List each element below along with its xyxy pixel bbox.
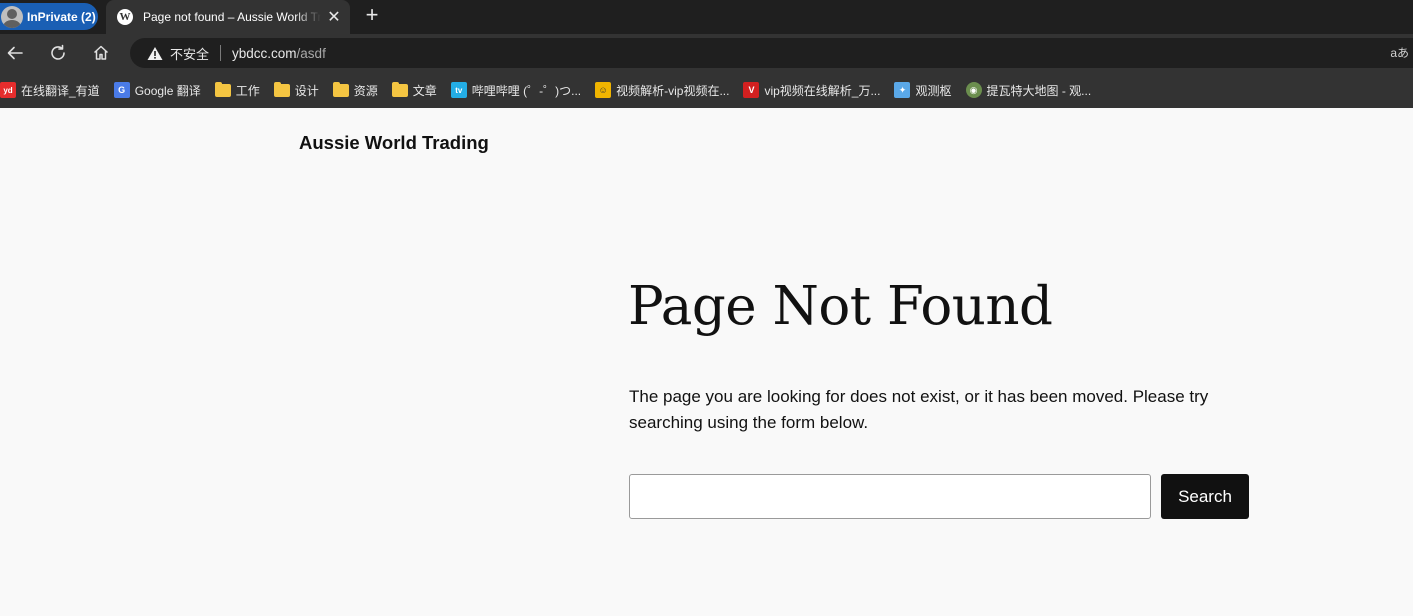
bookmark-label: vip视频在线解析_万...	[764, 83, 881, 98]
site-title-link[interactable]: Aussie World Trading	[299, 132, 489, 154]
inprivate-label: InPrivate (2)	[27, 9, 96, 24]
url-host: ybdcc.com	[232, 45, 297, 61]
close-tab-icon[interactable]: ✕	[325, 7, 343, 27]
home-button[interactable]	[88, 41, 114, 65]
active-tab[interactable]: W Page not found – Aussie World Trading …	[106, 0, 350, 34]
observatory-icon: ✦	[894, 82, 911, 98]
bookmark-label: 设计	[294, 83, 319, 98]
folder-icon	[332, 81, 349, 97]
bookmark-item[interactable]: ✦ 观测枢	[894, 79, 952, 101]
vip-video-icon: V	[743, 82, 760, 98]
youdao-icon: yd	[0, 82, 16, 98]
folder-icon	[391, 81, 408, 97]
tab-strip: InPrivate (2) W Page not found – Aussie …	[0, 0, 1413, 34]
address-bar[interactable]: 不安全 ybdcc.com/asdf aあ	[130, 38, 1413, 68]
bookmark-item[interactable]: yd 在线翻译_有道	[0, 79, 100, 101]
bookmark-label: 工作	[235, 83, 260, 98]
bookmark-label: 观测枢	[915, 83, 952, 98]
new-tab-button[interactable]: +	[361, 4, 383, 28]
bookmark-label: Google 翻译	[134, 83, 201, 98]
inprivate-button[interactable]: InPrivate (2)	[0, 3, 98, 30]
google-translate-icon: G	[113, 82, 130, 98]
folder-icon	[273, 81, 290, 97]
bookmark-item[interactable]: V vip视频在线解析_万...	[743, 79, 880, 101]
search-button[interactable]: Search	[1161, 474, 1249, 519]
search-input[interactable]	[629, 474, 1151, 519]
refresh-icon	[51, 44, 65, 60]
bookmark-item[interactable]: G Google 翻译	[113, 79, 201, 101]
page-content: Aussie World Trading Page Not Found The …	[0, 108, 1413, 616]
profile-avatar-icon	[1, 5, 23, 28]
bookmark-item[interactable]: ◉ 提瓦特大地图 - 观...	[965, 79, 1092, 101]
bookmark-folder[interactable]: 资源	[332, 79, 378, 101]
refresh-button[interactable]	[45, 41, 71, 65]
bookmark-folder[interactable]: 文章	[391, 79, 437, 101]
bookmark-label: 在线翻译_有道	[21, 83, 100, 98]
tab-title: Page not found – Aussie World Trading	[143, 10, 321, 24]
translate-icon[interactable]: aあ	[1390, 44, 1409, 61]
bookmark-folder[interactable]: 设计	[273, 79, 319, 101]
bilibili-icon: tv	[450, 82, 467, 98]
not-found-message: The page you are looking for does not ex…	[629, 387, 1209, 432]
teyvat-map-icon: ◉	[965, 82, 982, 98]
bookmark-item[interactable]: tv 哔哩哔哩 (゜-゜)つ...	[450, 79, 582, 101]
bookmark-label: 视频解析-vip视频在...	[616, 83, 730, 98]
bookmark-item[interactable]: ☺ 视频解析-vip视频在...	[595, 79, 729, 101]
bookmarks-bar: yd 在线翻译_有道 G Google 翻译 工作 设计 资源 文章 tv 哔哩…	[0, 72, 1413, 108]
warning-icon[interactable]	[146, 44, 164, 62]
video-parse-icon: ☺	[595, 82, 612, 98]
bookmark-label: 提瓦特大地图 - 观...	[986, 83, 1092, 98]
wordpress-icon: W	[117, 9, 133, 25]
url-path: /asdf	[296, 45, 326, 61]
address-separator	[220, 45, 222, 61]
bookmark-label: 哔哩哔哩 (゜-゜)つ...	[471, 83, 582, 98]
back-button[interactable]	[2, 41, 28, 65]
bookmark-label: 资源	[353, 83, 378, 98]
back-arrow-icon	[7, 46, 23, 60]
bookmark-label: 文章	[412, 83, 437, 98]
page-heading: Page Not Found	[628, 276, 1053, 337]
folder-icon	[214, 81, 231, 97]
home-icon	[93, 45, 109, 60]
bookmark-folder[interactable]: 工作	[214, 79, 260, 101]
security-status-label[interactable]: 不安全	[170, 44, 209, 63]
navigation-toolbar: 不安全 ybdcc.com/asdf aあ	[0, 34, 1413, 72]
